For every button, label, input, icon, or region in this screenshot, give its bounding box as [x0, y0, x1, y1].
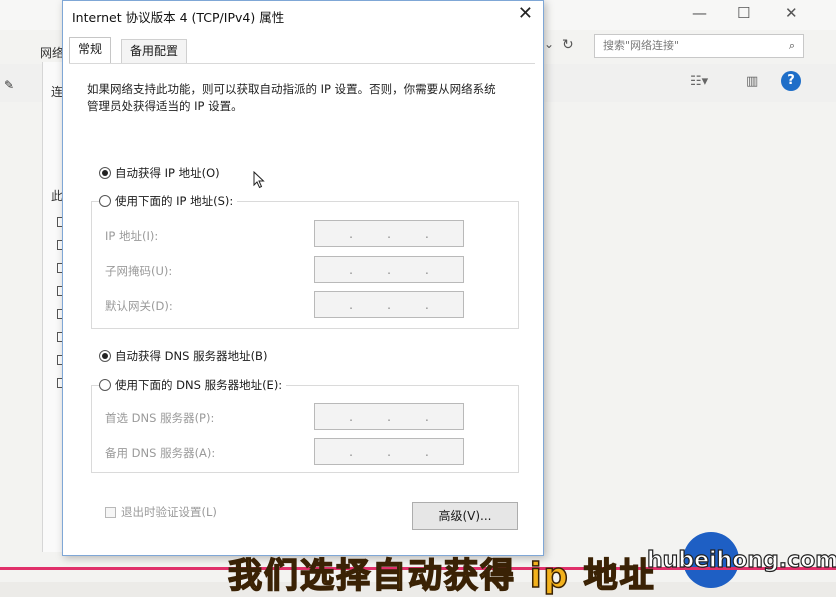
tab-alternate-config[interactable]: 备用配置: [121, 39, 188, 63]
maximize-button[interactable]: ☐: [737, 4, 750, 22]
ipv4-properties-dialog: Internet 协议版本 4 (TCP/IPv4) 属性 ✕ 常规 备用配置 …: [62, 0, 544, 556]
octet-separator: .: [349, 262, 353, 277]
dns-manual-radio[interactable]: [99, 379, 111, 391]
view-options-icon[interactable]: ☷▾: [690, 74, 708, 89]
validate-on-exit-option[interactable]: 退出时验证设置(L): [105, 504, 217, 520]
octet-separator: .: [425, 226, 429, 241]
dns-auto-option[interactable]: 自动获得 DNS 服务器地址(B): [99, 348, 267, 364]
background-tab-network[interactable]: 网络: [40, 44, 64, 61]
ip-address-field[interactable]: . . .: [314, 220, 464, 247]
validate-on-exit-label: 退出时验证设置(L): [121, 505, 217, 519]
octet-separator: .: [349, 226, 353, 241]
refresh-icon[interactable]: ↻: [562, 37, 574, 53]
preferred-dns-label: 首选 DNS 服务器(P):: [105, 411, 215, 425]
octet-separator: .: [349, 444, 353, 459]
octet-separator: .: [349, 297, 353, 312]
subnet-mask-label: 子网掩码(U):: [105, 264, 173, 278]
description-text: 如果网络支持此功能，则可以获取自动指派的 IP 设置。否则，你需要从网络系统管理…: [87, 82, 496, 113]
advanced-button[interactable]: 高级(V)...: [412, 502, 518, 530]
octet-separator: .: [387, 262, 391, 277]
octet-separator: .: [387, 444, 391, 459]
alternate-dns-label: 备用 DNS 服务器(A):: [105, 446, 216, 460]
video-caption: 我们选择自动获得 ip 地址: [227, 555, 656, 597]
mouse-cursor-icon: [253, 171, 265, 189]
dialog-close-button[interactable]: ✕: [518, 3, 533, 24]
octet-separator: .: [387, 297, 391, 312]
help-icon[interactable]: ?: [781, 71, 801, 91]
dns-manual-label: 使用下面的 DNS 服务器地址(E):: [115, 378, 283, 392]
search-icon: ⌕: [788, 39, 795, 52]
ip-manual-radio[interactable]: [99, 195, 111, 207]
ip-auto-option[interactable]: 自动获得 IP 地址(O): [99, 165, 220, 181]
octet-separator: .: [425, 297, 429, 312]
alternate-dns-field[interactable]: . . .: [314, 438, 464, 465]
preferred-dns-field[interactable]: . . .: [314, 403, 464, 430]
default-gateway-label: 默认网关(D):: [105, 299, 173, 313]
dns-manual-option[interactable]: 使用下面的 DNS 服务器地址(E):: [99, 377, 287, 393]
octet-separator: .: [349, 409, 353, 424]
tab-general[interactable]: 常规: [69, 37, 112, 63]
preview-pane-icon[interactable]: ▥: [746, 74, 758, 89]
ip-manual-option[interactable]: 使用下面的 IP 地址(S):: [99, 193, 238, 209]
default-gateway-field[interactable]: . . .: [314, 291, 464, 318]
octet-separator: .: [425, 444, 429, 459]
search-placeholder: 搜索"网络连接": [603, 39, 680, 52]
dns-auto-label: 自动获得 DNS 服务器地址(B): [115, 349, 268, 363]
ip-auto-radio[interactable]: [99, 167, 111, 179]
close-window-button[interactable]: ✕: [785, 4, 798, 22]
minimize-button[interactable]: —: [692, 4, 707, 22]
background-label: ✎: [4, 78, 15, 92]
tab-strip: 常规 备用配置: [69, 37, 535, 64]
dialog-title: Internet 协议版本 4 (TCP/IPv4) 属性: [72, 10, 285, 25]
ip-auto-label: 自动获得 IP 地址(O): [115, 166, 220, 180]
octet-separator: .: [425, 262, 429, 277]
chevron-down-icon[interactable]: ⌄: [544, 37, 554, 51]
octet-separator: .: [425, 409, 429, 424]
subnet-mask-field[interactable]: . . .: [314, 256, 464, 283]
ip-manual-label: 使用下面的 IP 地址(S):: [115, 194, 234, 208]
validate-on-exit-checkbox[interactable]: [105, 506, 116, 518]
search-input[interactable]: 搜索"网络连接" ⌕: [594, 34, 804, 58]
watermark-text: hubeihong.com: [646, 547, 836, 573]
ip-address-label: IP 地址(I):: [105, 229, 159, 243]
octet-separator: .: [387, 226, 391, 241]
dns-auto-radio[interactable]: [99, 350, 111, 362]
octet-separator: .: [387, 409, 391, 424]
